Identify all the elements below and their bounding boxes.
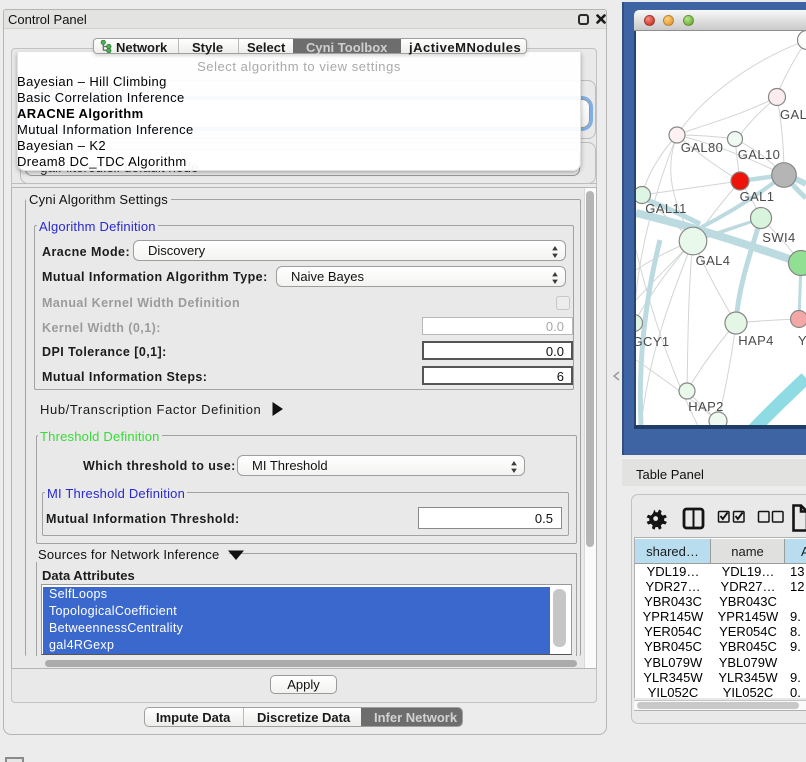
svg-text:HAP2: HAP2 [688, 399, 724, 414]
svg-text:Y: Y [798, 333, 806, 348]
svg-text:GAL1: GAL1 [740, 189, 775, 204]
svg-text:SWI4: SWI4 [762, 230, 795, 245]
svg-text:GAL4: GAL4 [696, 253, 731, 268]
svg-text:GAL10: GAL10 [738, 147, 780, 162]
svg-text:HAP4: HAP4 [738, 333, 774, 348]
svg-text:GAL80: GAL80 [681, 140, 723, 155]
svg-text:GAL: GAL [780, 107, 806, 122]
svg-text:GCY1: GCY1 [636, 334, 670, 349]
svg-text:GAL11: GAL11 [645, 201, 687, 216]
